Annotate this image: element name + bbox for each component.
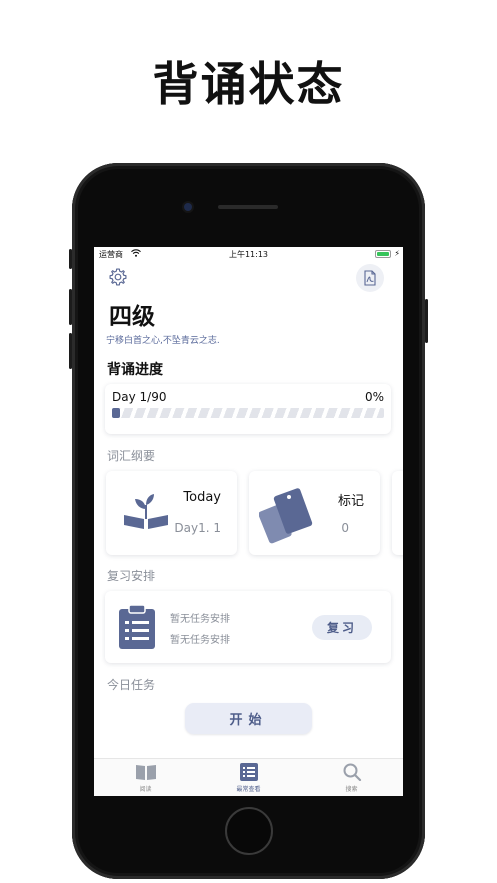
today-card-title: Today bbox=[183, 490, 221, 505]
review-section-title: 复习安排 bbox=[107, 569, 156, 583]
cards-icon bbox=[259, 488, 313, 544]
mark-card-value: 0 bbox=[341, 521, 349, 535]
today-card-value: Day1. 1 bbox=[174, 521, 221, 535]
charging-bolt-icon: ⚡ bbox=[394, 249, 400, 258]
clock: 上午11:13 bbox=[228, 250, 269, 259]
progress-percent: 0% bbox=[364, 390, 384, 404]
review-status-line-1: 暂无任务安排 bbox=[170, 614, 230, 625]
pdf-export-button[interactable] bbox=[356, 264, 384, 292]
battery-icon bbox=[375, 250, 391, 258]
tab-frequent[interactable]: 最常查看 bbox=[197, 763, 300, 793]
status-bar: 运营商 上午11:13 ⚡ bbox=[94, 247, 403, 261]
clipboard-icon bbox=[119, 605, 155, 649]
volume-down-button bbox=[69, 333, 72, 369]
today-card[interactable]: Today Day1. 1 bbox=[106, 471, 237, 555]
tab-read-label: 阅读 bbox=[139, 786, 152, 793]
gear-icon[interactable] bbox=[108, 267, 128, 287]
app-screen: 运营商 上午11:13 ⚡ 四级 宁移白首之心,不坠青云之志. 背诵进度 Day… bbox=[94, 247, 403, 796]
vocab-section-title: 词汇纲要 bbox=[107, 449, 156, 463]
book-title: 四级 bbox=[109, 304, 155, 330]
home-button[interactable] bbox=[225, 807, 273, 855]
book-icon bbox=[135, 765, 156, 780]
tab-read[interactable]: 阅读 bbox=[94, 763, 197, 793]
tab-frequent-label: 最常查看 bbox=[236, 786, 261, 793]
search-icon bbox=[343, 763, 361, 781]
earpiece-speaker bbox=[218, 205, 278, 209]
volume-up-button bbox=[69, 289, 72, 325]
plant-book-icon bbox=[124, 494, 168, 529]
mark-card[interactable]: 标记 0 bbox=[249, 471, 380, 555]
list-icon bbox=[239, 763, 258, 781]
progress-card: Day 1/90 0% bbox=[105, 384, 391, 434]
mark-card-title: 标记 bbox=[337, 494, 364, 509]
pdf-icon bbox=[364, 270, 376, 286]
progress-bar-fill bbox=[112, 408, 121, 418]
tab-search-label: 搜索 bbox=[345, 786, 358, 793]
review-status-line-2: 暂无任务安排 bbox=[170, 635, 230, 646]
tab-bar: 阅读 最常查看 搜索 bbox=[94, 758, 403, 796]
next-card-peek[interactable] bbox=[392, 471, 403, 555]
motto-text: 宁移白首之心,不坠青云之志. bbox=[106, 336, 220, 346]
promo-title: 背诵状态 bbox=[152, 57, 345, 111]
review-card: 暂无任务安排 暂无任务安排 复习 bbox=[105, 591, 391, 663]
today-task-section-title: 今日任务 bbox=[107, 678, 156, 692]
progress-bar bbox=[112, 408, 384, 418]
power-button bbox=[425, 299, 428, 343]
start-button[interactable]: 开始 bbox=[185, 703, 312, 734]
front-camera bbox=[184, 203, 192, 211]
tab-search[interactable]: 搜索 bbox=[300, 763, 403, 793]
review-button[interactable]: 复习 bbox=[312, 615, 372, 640]
mute-switch bbox=[69, 249, 72, 269]
progress-section-title: 背诵进度 bbox=[107, 362, 163, 378]
progress-day: Day 1/90 bbox=[112, 390, 167, 404]
